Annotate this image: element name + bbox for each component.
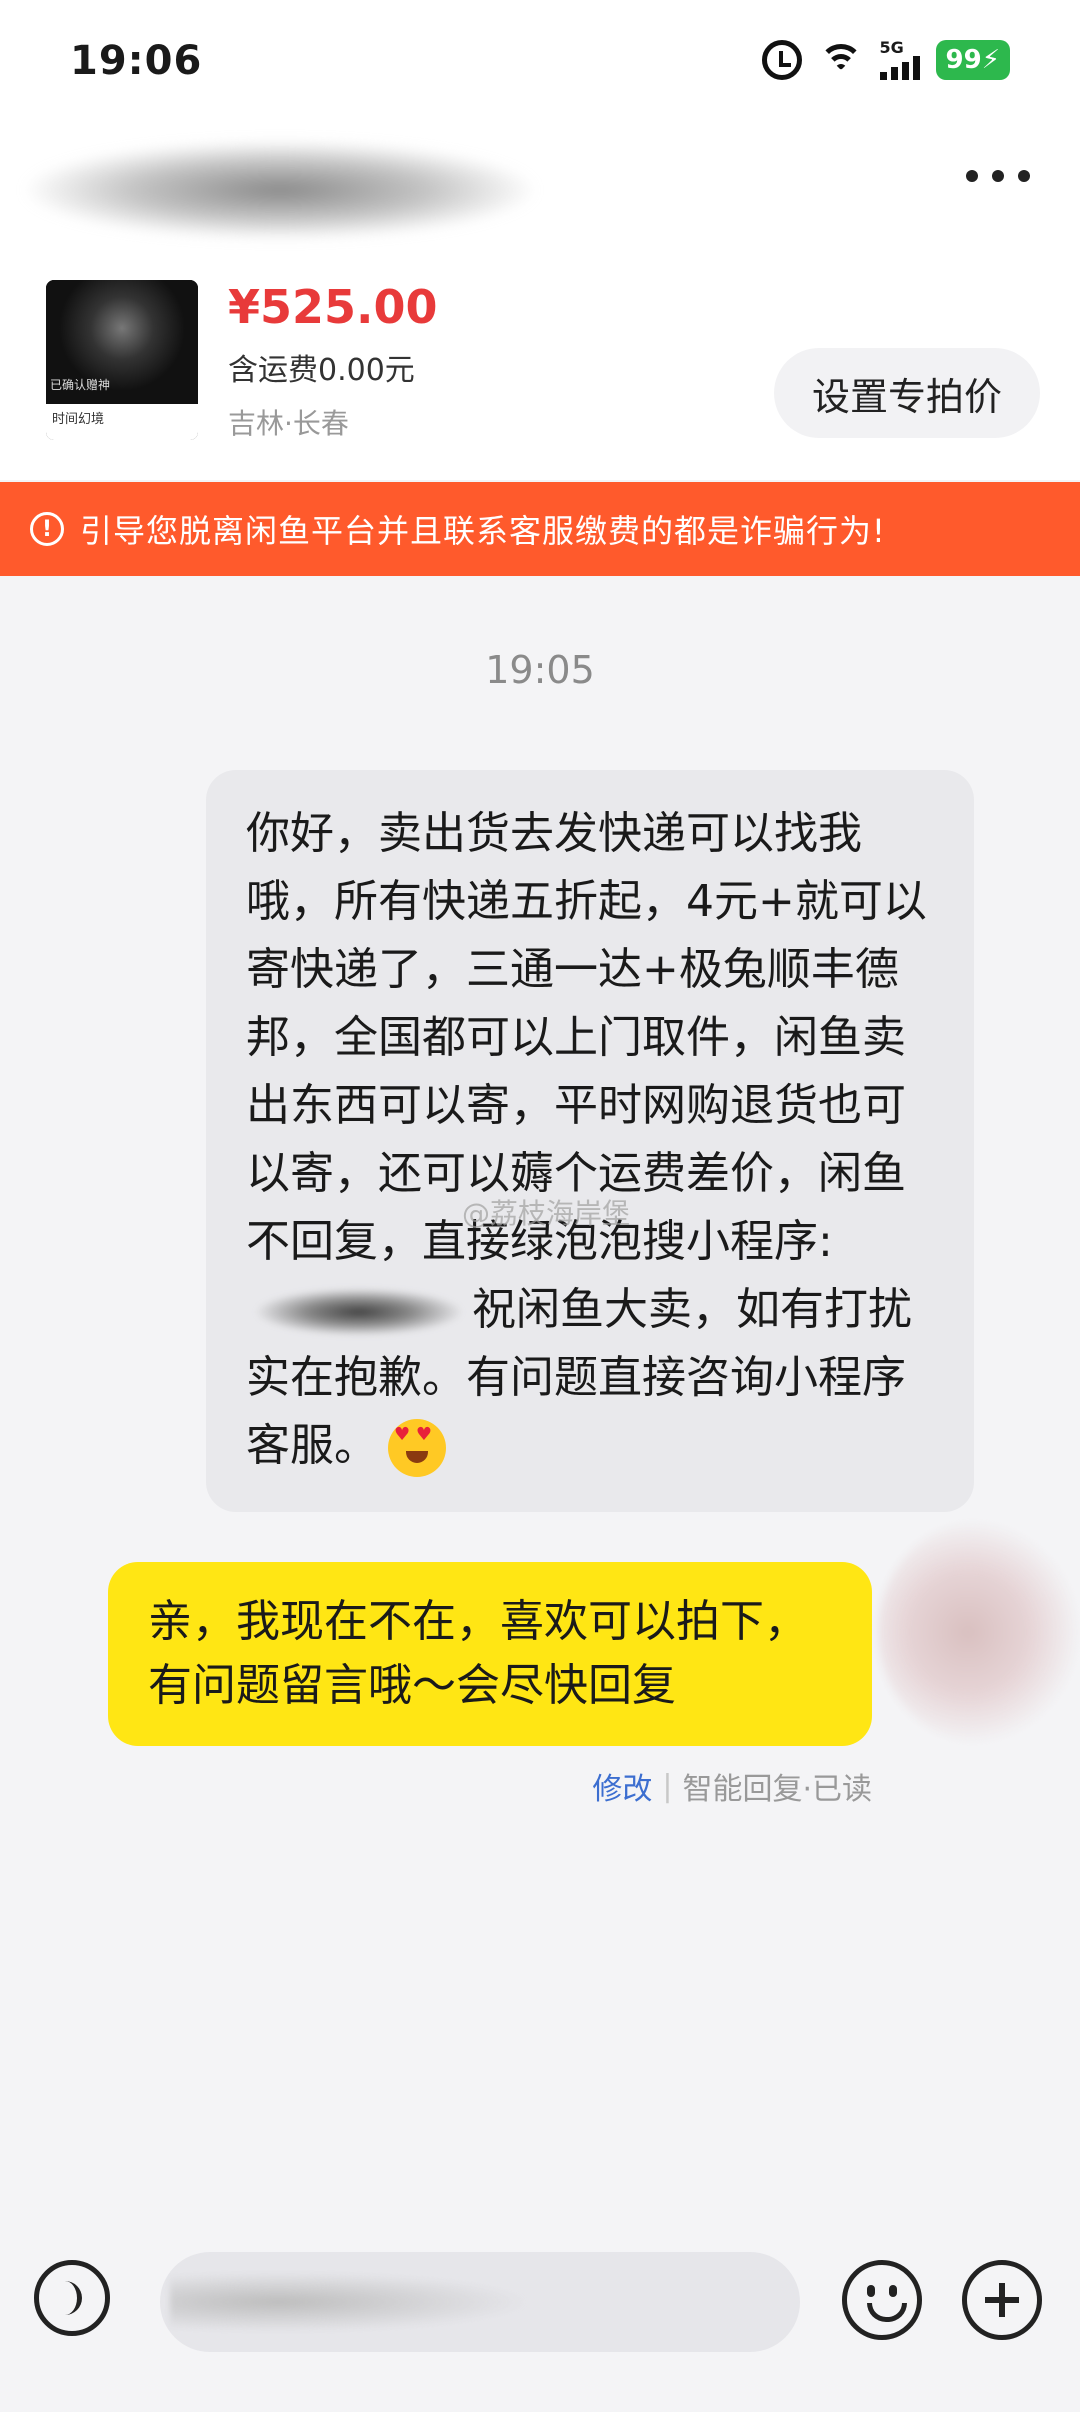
battery-level: 99 [945, 45, 982, 75]
warning-icon: ! [30, 512, 64, 546]
outgoing-message-bubble[interactable]: 亲，我现在不在，喜欢可以拍下，有问题留言哦～会尽快回复 [108, 1562, 872, 1746]
voice-icon[interactable] [34, 2260, 110, 2336]
product-thumbnail-caption: 时间幻境 [46, 404, 198, 440]
status-icons: 5G 99⚡ [761, 38, 1010, 82]
product-thumbnail[interactable]: 已确认赠神 时间幻境 [46, 280, 198, 440]
network-type: 5G [879, 38, 904, 57]
alarm-icon [761, 40, 802, 80]
status-time: 19:06 [70, 38, 203, 84]
blurred-mini-program-name [254, 1288, 464, 1336]
avatar[interactable] [878, 1522, 1078, 1742]
emoji-heart-eyes-icon [388, 1419, 446, 1477]
signal-icon: 5G [879, 38, 920, 80]
wifi-icon [818, 40, 864, 80]
plus-icon[interactable] [962, 2260, 1042, 2340]
product-price: ¥525.00 [228, 280, 438, 334]
outgoing-message-text: 亲，我现在不在，喜欢可以拍下，有问题留言哦～会尽快回复 [148, 1596, 808, 1711]
emoji-icon[interactable] [842, 2260, 922, 2340]
warning-text: 引导您脱离闲鱼平台并且联系客服缴费的都是诈骗行为! [80, 512, 886, 550]
input-draft-blurred [170, 2272, 530, 2332]
watermark: @荔枝海岸堡 [462, 1197, 631, 1230]
status-bar: 19:06 5G 99⚡ [0, 0, 1080, 120]
battery-icon: 99⚡ [935, 40, 1010, 80]
chat-header: 已确认赠神 时间幻境 ¥525.00 含运费0.00元 吉林·长春 设置专拍价 [0, 120, 1080, 480]
fraud-warning-banner: ! 引导您脱离闲鱼平台并且联系客服缴费的都是诈骗行为! [0, 482, 1080, 576]
more-icon[interactable] [966, 170, 1030, 182]
product-thumbnail-tag: 已确认赠神 [50, 378, 111, 392]
message-input[interactable] [160, 2252, 800, 2352]
product-shipping: 含运费0.00元 [228, 353, 415, 388]
message-meta: 修改 | 智能回复·已读 [592, 1764, 872, 1808]
incoming-message-bubble[interactable]: 你好，卖出货去发快递可以找我哦，所有快递五折起，4元+就可以寄快递了，三通一达+… [206, 770, 974, 1512]
input-bar [0, 2220, 1080, 2412]
product-location: 吉林·长春 [228, 407, 349, 440]
contact-name-blurred [20, 140, 540, 240]
set-special-price-button[interactable]: 设置专拍价 [774, 348, 1040, 438]
reply-status: 智能回复·已读 [682, 1772, 872, 1807]
meta-separator: | [662, 1768, 673, 1804]
chat-timestamp: 19:05 [485, 648, 595, 692]
edit-reply-link[interactable]: 修改 [592, 1764, 652, 1808]
